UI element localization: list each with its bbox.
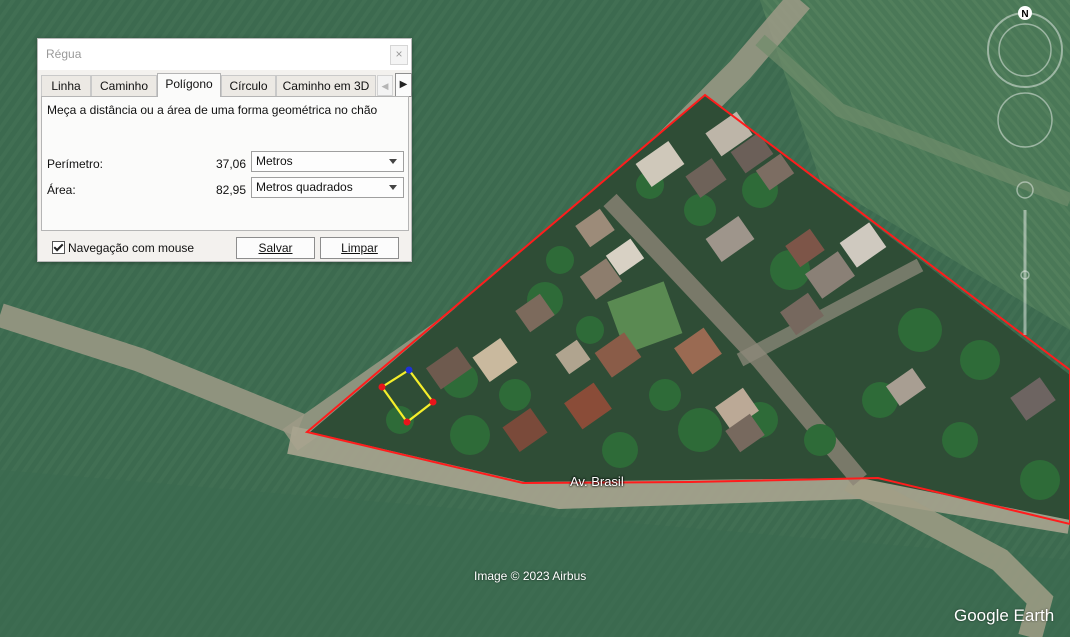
save-button[interactable]: Salvar — [236, 237, 315, 259]
chevron-left-icon: ◀ — [381, 81, 389, 91]
mouse-navigation-label: Navegação com mouse — [68, 241, 195, 255]
panel-description: Meça a distância ou a área de uma forma … — [47, 103, 378, 117]
polygon-panel: Meça a distância ou a área de uma forma … — [41, 96, 409, 231]
tab-circulo[interactable]: Círculo — [221, 75, 276, 96]
save-button-label: Salvar — [258, 241, 293, 255]
area-value: 82,95 — [215, 183, 246, 197]
google-earth-logo: Google Earth — [954, 606, 1055, 625]
close-button[interactable]: × — [390, 45, 408, 65]
chevron-right-icon: ▶ — [399, 79, 408, 90]
tab-caminho-3d[interactable]: Caminho em 3D — [276, 75, 376, 96]
measure-vertex[interactable] — [429, 398, 437, 406]
tab-scroll-right-button[interactable]: ▶ — [395, 73, 412, 97]
tab-caminho[interactable]: Caminho — [91, 75, 157, 96]
area-unit-select[interactable]: Metros quadrados — [251, 177, 404, 198]
mouse-navigation-checkbox[interactable] — [52, 241, 65, 254]
clear-button-label: Limpar — [341, 241, 378, 255]
chevron-down-icon — [389, 159, 397, 164]
mouse-navigation-toggle[interactable]: Navegação com mouse — [52, 241, 194, 255]
dialog-title: Régua — [46, 47, 82, 61]
dialog-titlebar[interactable]: Régua × — [38, 39, 411, 70]
road-label: Av. Brasil — [570, 474, 624, 489]
perimeter-label: Perímetro: — [47, 157, 104, 171]
area-label: Área: — [47, 183, 76, 197]
measure-vertex[interactable] — [403, 418, 411, 426]
tab-bar: Linha Caminho Polígono Círculo Caminho e… — [41, 73, 412, 97]
perimeter-unit-value: Metros — [256, 154, 293, 168]
imagery-credit: Image © 2023 Airbus — [474, 569, 587, 583]
area-unit-value: Metros quadrados — [256, 180, 353, 194]
ruler-dialog: Régua × Linha Caminho Polígono Círculo C… — [37, 38, 412, 262]
measure-vertex[interactable] — [378, 383, 386, 391]
tab-scroll-left-button[interactable]: ◀ — [377, 75, 393, 96]
tab-poligono[interactable]: Polígono — [157, 73, 221, 97]
perimeter-unit-select[interactable]: Metros — [251, 151, 404, 172]
close-icon: × — [395, 47, 403, 61]
tab-linha[interactable]: Linha — [41, 75, 91, 96]
clear-button[interactable]: Limpar — [320, 237, 399, 259]
chevron-down-icon — [389, 185, 397, 190]
perimeter-value: 37,06 — [215, 157, 246, 171]
measure-vertex-active[interactable] — [405, 366, 413, 374]
north-label: N — [1021, 9, 1028, 20]
